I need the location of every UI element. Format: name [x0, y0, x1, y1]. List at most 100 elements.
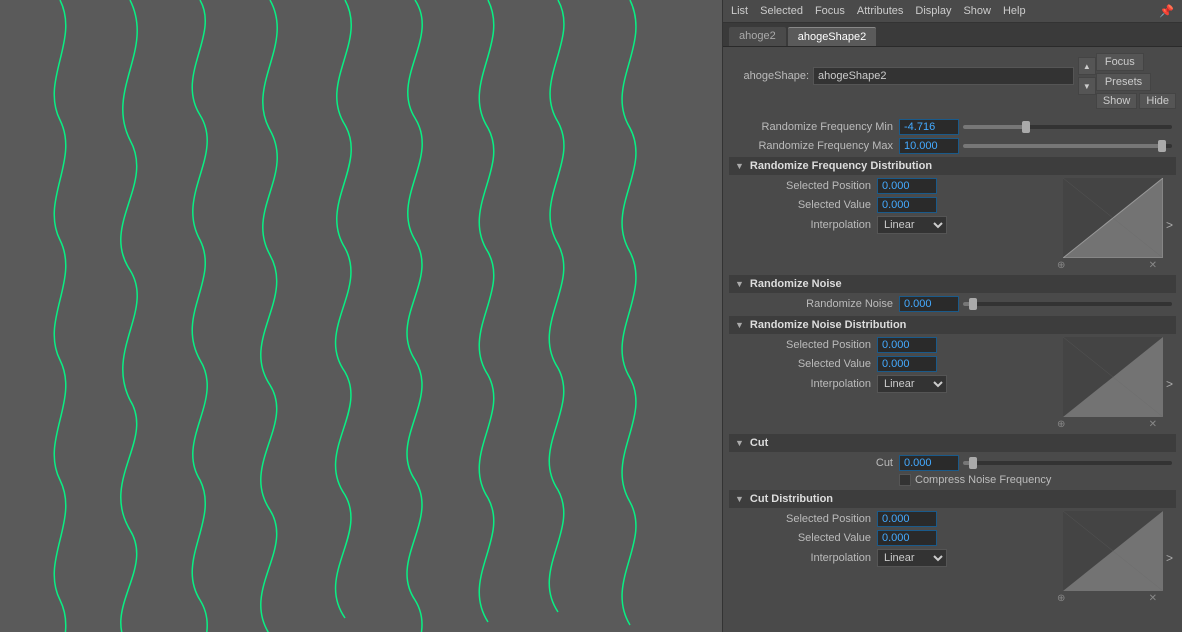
- rand-noise-label: Randomize Noise: [729, 298, 899, 310]
- graph-x-icon-3[interactable]: ✕: [1149, 593, 1157, 604]
- graph-x-icon-2[interactable]: ✕: [1149, 419, 1157, 430]
- canvas-area: [0, 0, 722, 632]
- menu-display[interactable]: Display: [915, 5, 951, 17]
- sel-pos-1-label: Selected Position: [737, 180, 877, 192]
- graph-person-icon-3[interactable]: ⊕: [1057, 593, 1065, 604]
- graph-bottom-icons-2: ⊕ ✕: [1057, 419, 1157, 430]
- sel-pos-2-label: Selected Position: [737, 339, 877, 351]
- menu-selected[interactable]: Selected: [760, 5, 803, 17]
- cut-dist-header[interactable]: ▼ Cut Distribution: [729, 490, 1176, 508]
- focus-presets: Focus Presets Show Hide: [1096, 53, 1176, 113]
- cut-title: Cut: [750, 437, 768, 449]
- copy-up-icon[interactable]: ▲: [1078, 57, 1096, 75]
- rand-noise-arrow: ▼: [735, 279, 744, 289]
- rand-freq-max-input[interactable]: [899, 138, 959, 154]
- sel-val-3-input[interactable]: [877, 530, 937, 546]
- graph-with-arrow-2: ⊕ ✕ >: [1057, 337, 1176, 430]
- rand-noise-dist-arrow: ▼: [735, 320, 744, 330]
- interp-1-row: Interpolation Linear: [737, 216, 1057, 234]
- graph-person-icon-2[interactable]: ⊕: [1057, 419, 1065, 430]
- copy-down-icon[interactable]: ▼: [1078, 77, 1096, 95]
- graph-person-icon-1[interactable]: ⊕: [1057, 260, 1065, 271]
- menu-help[interactable]: Help: [1003, 5, 1026, 17]
- right-panel: List Selected Focus Attributes Display S…: [722, 0, 1182, 632]
- dist-params-1: Selected Position Selected Value Interpo…: [737, 178, 1057, 237]
- rand-freq-max-row: Randomize Frequency Max: [729, 138, 1176, 154]
- panel-content[interactable]: ahogeShape: ▲ ▼ Focus Presets Show Hide: [723, 47, 1182, 632]
- sel-pos-3-label: Selected Position: [737, 513, 877, 525]
- menu-list[interactable]: List: [731, 5, 748, 17]
- rand-noise-dist-title: Randomize Noise Distribution: [750, 319, 906, 331]
- cut-section: ▼ Cut Cut Compress Noise Frequency: [729, 434, 1176, 486]
- graph-x-icon-1[interactable]: ✕: [1149, 260, 1157, 271]
- menu-focus[interactable]: Focus: [815, 5, 845, 17]
- sel-val-3-row: Selected Value: [737, 530, 1057, 546]
- compress-checkbox[interactable]: [899, 474, 911, 486]
- rand-noise-slider[interactable]: [963, 302, 1172, 306]
- rand-noise-dist-body: Selected Position Selected Value Interpo…: [729, 337, 1176, 430]
- tab-ahogeshape2[interactable]: ahogeShape2: [788, 27, 877, 46]
- show-button[interactable]: Show: [1096, 93, 1138, 109]
- rand-noise-title: Randomize Noise: [750, 278, 842, 290]
- focus-button[interactable]: Focus: [1096, 53, 1144, 71]
- interp-3-row: Interpolation Linear: [737, 549, 1057, 567]
- cut-input[interactable]: [899, 455, 959, 471]
- cut-param-row: Cut: [729, 455, 1176, 471]
- rand-noise-dist-header[interactable]: ▼ Randomize Noise Distribution: [729, 316, 1176, 334]
- interp-1-label: Interpolation: [737, 219, 877, 231]
- sel-val-2-row: Selected Value: [737, 356, 1057, 372]
- sel-pos-2-row: Selected Position: [737, 337, 1057, 353]
- sel-val-1-input[interactable]: [877, 197, 937, 213]
- sel-pos-2-input[interactable]: [877, 337, 937, 353]
- compress-label: Compress Noise Frequency: [915, 474, 1051, 486]
- rand-freq-max-slider[interactable]: [963, 144, 1172, 148]
- cut-dist-title: Cut Distribution: [750, 493, 833, 505]
- rand-freq-dist-arrow: ▼: [735, 161, 744, 171]
- graph-with-arrow-3: ⊕ ✕ >: [1057, 511, 1176, 604]
- dist-graph-3[interactable]: [1063, 511, 1163, 591]
- rand-freq-dist-header[interactable]: ▼ Randomize Frequency Distribution: [729, 157, 1176, 175]
- sel-pos-3-input[interactable]: [877, 511, 937, 527]
- graph-arrow-2[interactable]: >: [1163, 377, 1176, 391]
- canvas-svg: [0, 0, 722, 632]
- menu-bar: List Selected Focus Attributes Display S…: [723, 0, 1182, 23]
- sel-val-1-label: Selected Value: [737, 199, 877, 211]
- presets-button[interactable]: Presets: [1096, 73, 1151, 91]
- hide-button[interactable]: Hide: [1139, 93, 1176, 109]
- rand-freq-dist-title: Randomize Frequency Distribution: [750, 160, 932, 172]
- cut-header[interactable]: ▼ Cut: [729, 434, 1176, 452]
- shape-input[interactable]: [813, 67, 1074, 85]
- rand-noise-param-row: Randomize Noise: [729, 296, 1176, 312]
- menu-attributes[interactable]: Attributes: [857, 5, 903, 17]
- interp-2-select[interactable]: Linear: [877, 375, 947, 393]
- rand-freq-dist-section: ▼ Randomize Frequency Distribution Selec…: [729, 157, 1176, 271]
- graph-bottom-icons-1: ⊕ ✕: [1057, 260, 1157, 271]
- dist-graph-1[interactable]: [1063, 178, 1163, 258]
- sel-pos-3-row: Selected Position: [737, 511, 1057, 527]
- cut-label: Cut: [729, 457, 899, 469]
- rand-freq-min-input[interactable]: [899, 119, 959, 135]
- tabs-bar: ahoge2 ahogeShape2: [723, 23, 1182, 47]
- graph-with-arrow-1: ⊕ ✕ >: [1057, 178, 1176, 271]
- shape-label: ahogeShape:: [729, 70, 809, 82]
- graph-wrapper-1: ⊕ ✕: [1057, 178, 1163, 271]
- menu-show[interactable]: Show: [963, 5, 991, 17]
- interp-1-select[interactable]: Linear: [877, 216, 947, 234]
- rand-noise-input[interactable]: [899, 296, 959, 312]
- sel-val-2-input[interactable]: [877, 356, 937, 372]
- graph-arrow-1[interactable]: >: [1163, 218, 1176, 232]
- cut-slider[interactable]: [963, 461, 1172, 465]
- tab-ahoge2[interactable]: ahoge2: [729, 27, 786, 46]
- graph-wrapper-2: ⊕ ✕: [1057, 337, 1163, 430]
- graph-arrow-3[interactable]: >: [1163, 551, 1176, 565]
- dist-graph-2[interactable]: [1063, 337, 1163, 417]
- rand-noise-header[interactable]: ▼ Randomize Noise: [729, 275, 1176, 293]
- graph-wrapper-3: ⊕ ✕: [1057, 511, 1163, 604]
- sel-pos-1-input[interactable]: [877, 178, 937, 194]
- graph-bottom-icons-3: ⊕ ✕: [1057, 593, 1157, 604]
- interp-3-select[interactable]: Linear: [877, 549, 947, 567]
- pin-icon[interactable]: 📌: [1159, 4, 1174, 18]
- rand-freq-min-slider[interactable]: [963, 125, 1172, 129]
- rand-freq-dist-body: Selected Position Selected Value Interpo…: [729, 178, 1176, 271]
- rand-freq-max-label: Randomize Frequency Max: [729, 140, 899, 152]
